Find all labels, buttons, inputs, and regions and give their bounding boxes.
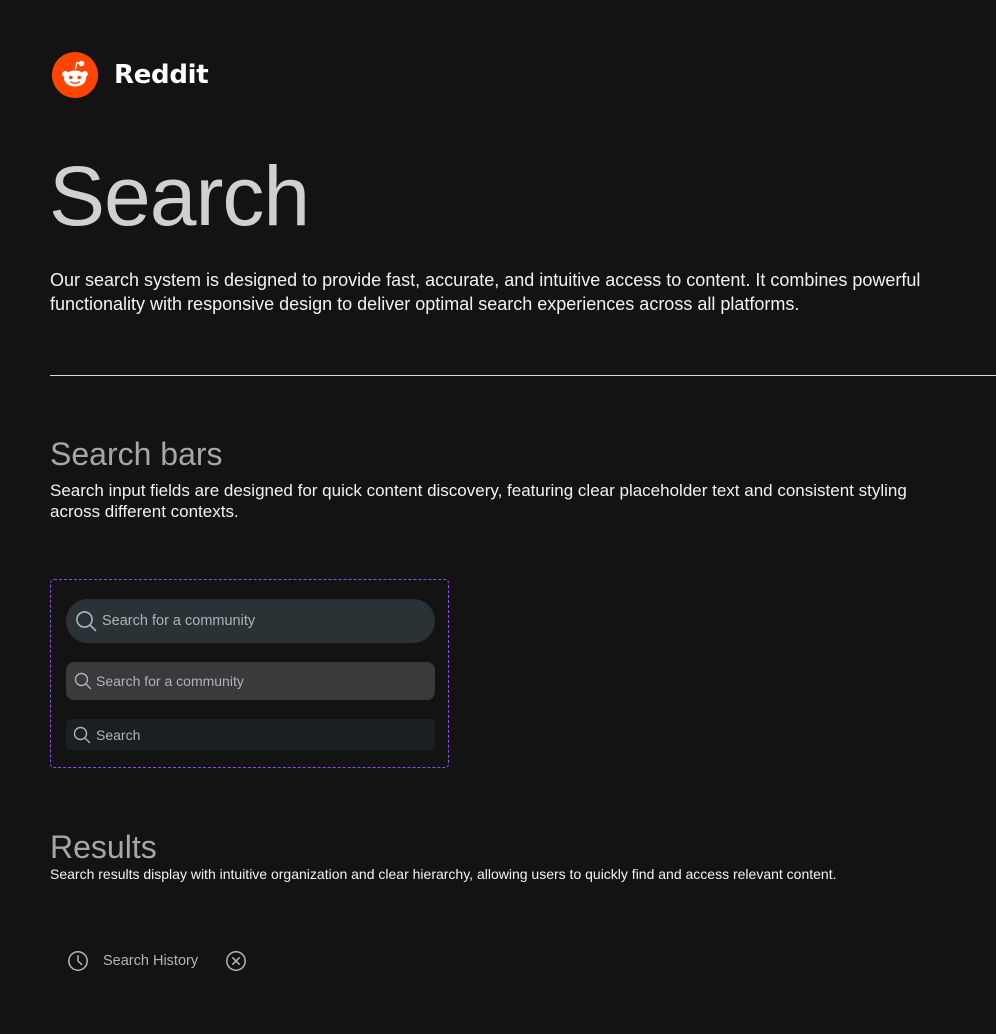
section-description-results: Search results display with intuitive or…	[50, 866, 837, 882]
reddit-snoo-icon	[52, 52, 98, 98]
search-icon	[73, 726, 91, 744]
search-placeholder: Search for a community	[96, 673, 244, 689]
section-title-search-bars: Search bars	[50, 436, 223, 472]
search-icon	[74, 672, 92, 690]
search-bars-showcase: Search for a community Search for a comm…	[50, 579, 449, 768]
search-bar-rounded[interactable]: Search for a community	[66, 662, 435, 700]
search-placeholder: Search for a community	[102, 613, 256, 629]
section-divider	[50, 375, 996, 376]
search-placeholder: Search	[96, 726, 141, 743]
section-description-search-bars: Search input fields are designed for qui…	[50, 481, 907, 521]
search-bar-compact[interactable]: Search	[66, 719, 435, 750]
clock-icon	[67, 950, 89, 972]
search-history-label: Search History	[103, 953, 199, 969]
brand-name: Reddit	[114, 60, 209, 90]
search-history-item[interactable]: Search History	[67, 950, 247, 972]
search-icon	[75, 610, 97, 632]
brand-header: Reddit	[52, 52, 209, 98]
close-circle-icon[interactable]	[225, 950, 247, 972]
section-title-results: Results	[50, 829, 157, 865]
page-title: Search	[49, 149, 310, 243]
page-intro: Our search system is designed to provide…	[50, 270, 921, 314]
search-bar-pill[interactable]: Search for a community	[66, 599, 435, 643]
